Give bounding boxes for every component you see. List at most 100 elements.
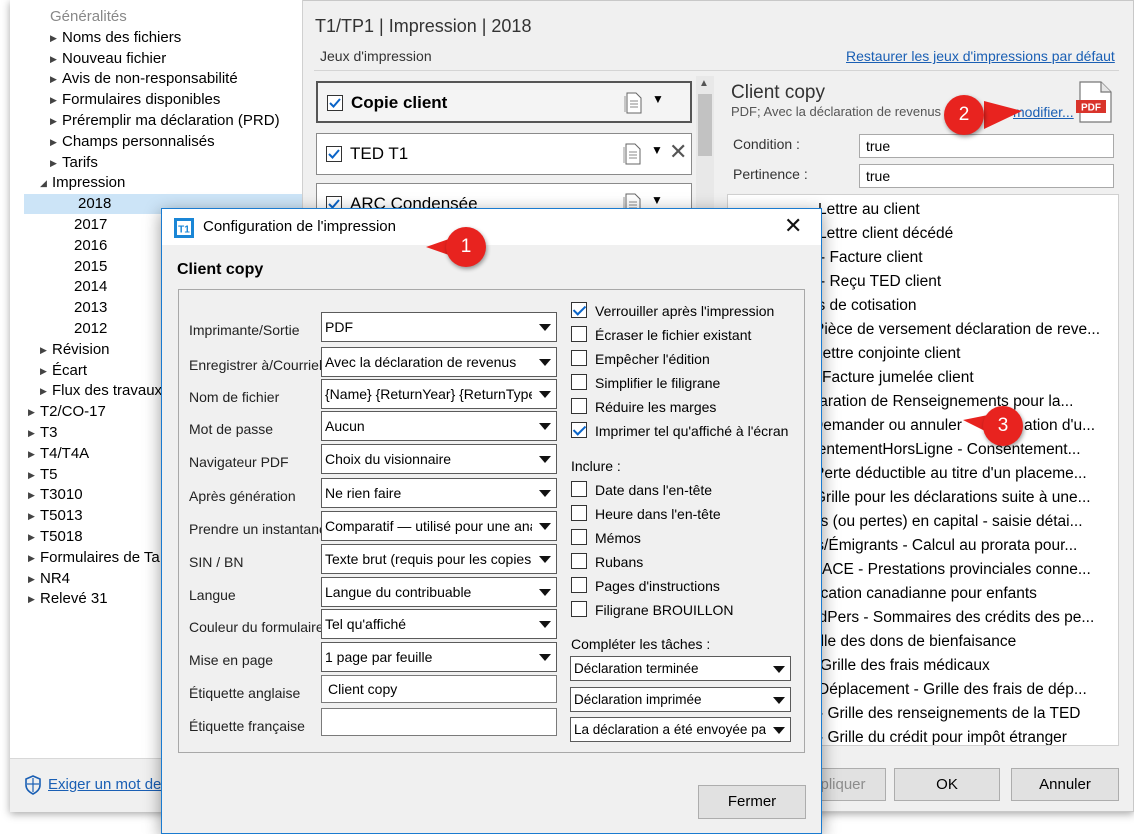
- tree-item[interactable]: 2012: [62, 319, 107, 339]
- option-checkbox[interactable]: Pages d'instructions: [571, 577, 720, 597]
- option-checkbox[interactable]: Filigrane BROUILLON: [571, 601, 734, 621]
- chevron-down-icon[interactable]: [773, 727, 785, 734]
- close-button[interactable]: Fermer: [698, 785, 806, 819]
- field-dropdown[interactable]: {Name} {ReturnYear} {ReturnType} {L: [321, 379, 557, 409]
- field-dropdown[interactable]: Langue du contribuable: [321, 577, 557, 607]
- task-dropdown[interactable]: Déclaration imprimée: [570, 687, 791, 712]
- field-dropdown[interactable]: Comparatif — utilisé pour une analys: [321, 511, 557, 541]
- chevron-down-icon[interactable]: [539, 324, 551, 331]
- chevron-down-icon[interactable]: [539, 456, 551, 463]
- expand-arrow-icon[interactable]: ▶: [28, 444, 40, 464]
- checkbox-icon[interactable]: [571, 374, 587, 390]
- tree-item[interactable]: 2013: [62, 298, 107, 318]
- option-checkbox[interactable]: Rubans: [571, 553, 643, 573]
- tree-item[interactable]: ▶ Champs personnalisés: [50, 132, 215, 152]
- chevron-down-icon[interactable]: [539, 423, 551, 430]
- task-dropdown[interactable]: Déclaration terminée: [570, 656, 791, 681]
- print-set-card[interactable]: Copie client ▼: [316, 81, 692, 123]
- tree-item[interactable]: ▶ T4/T4A: [28, 444, 89, 464]
- chevron-down-icon[interactable]: [539, 589, 551, 596]
- checkbox-icon[interactable]: [571, 326, 587, 342]
- tree-item[interactable]: ▶ Tarifs: [50, 153, 98, 173]
- expand-arrow-icon[interactable]: ▶: [50, 28, 62, 48]
- chevron-down-icon[interactable]: [539, 621, 551, 628]
- field-dropdown[interactable]: 1 page par feuille: [321, 642, 557, 672]
- checkbox-icon[interactable]: [571, 577, 587, 593]
- expand-arrow-icon[interactable]: ▶: [28, 527, 40, 547]
- tree-item[interactable]: ▶ Écart: [40, 361, 87, 381]
- condition-input[interactable]: true: [859, 134, 1114, 158]
- chevron-down-icon[interactable]: [539, 654, 551, 661]
- option-checkbox[interactable]: Heure dans l'en-tête: [571, 505, 721, 525]
- text-field[interactable]: [321, 708, 557, 736]
- tree-item[interactable]: ▶ T5013: [28, 506, 83, 526]
- tree-item[interactable]: ▶ Formulaires de Ta: [28, 548, 160, 568]
- checkbox-icon[interactable]: [571, 481, 587, 497]
- delete-icon[interactable]: ✕: [669, 139, 687, 165]
- checkbox-icon[interactable]: [571, 505, 587, 521]
- report-item[interactable]: édPers - Sommaires des crédits des pe...: [810, 606, 1118, 630]
- tree-item[interactable]: ▶ T5018: [28, 527, 83, 547]
- print-set-card[interactable]: TED T1 ▼ ✕: [316, 133, 692, 175]
- expand-arrow-icon[interactable]: ▶: [28, 465, 40, 485]
- report-item[interactable]: Facture jumelée client: [822, 366, 1118, 390]
- option-checkbox[interactable]: Date dans l'en-tête: [571, 481, 712, 501]
- expand-arrow-icon[interactable]: ▶: [50, 153, 62, 173]
- report-item[interactable]: Déplacement - Grille des frais de dép...: [818, 678, 1118, 702]
- report-item[interactable]: ACE - Prestations provinciales conne...: [822, 558, 1118, 582]
- document-icon[interactable]: [623, 143, 641, 165]
- tree-item[interactable]: ◢ Impression: [40, 173, 125, 193]
- expand-arrow-icon[interactable]: ▶: [40, 381, 52, 401]
- chevron-down-icon[interactable]: ▼: [651, 143, 663, 157]
- tree-item[interactable]: ▶ Flux des travaux: [40, 381, 162, 401]
- report-item[interactable]: Grille pour les déclarations suite à une…: [814, 486, 1118, 510]
- expand-arrow-icon[interactable]: ▶: [28, 548, 40, 568]
- tree-item[interactable]: ▶ Avis de non-responsabilité: [50, 69, 238, 89]
- checkbox-icon[interactable]: [571, 529, 587, 545]
- chevron-down-icon[interactable]: ▼: [652, 92, 664, 106]
- checkbox-icon[interactable]: [571, 553, 587, 569]
- tree-item[interactable]: 2017: [62, 215, 107, 235]
- scroll-up-icon[interactable]: ▲: [699, 78, 709, 89]
- chevron-down-icon[interactable]: [539, 359, 551, 366]
- option-checkbox[interactable]: Empêcher l'édition: [571, 350, 710, 370]
- tree-item[interactable]: 2015: [62, 257, 107, 277]
- expand-arrow-icon[interactable]: ▶: [28, 506, 40, 526]
- require-password-link[interactable]: Exiger un mot de: [48, 776, 161, 793]
- checkbox-checked-icon[interactable]: [326, 146, 342, 162]
- expand-arrow-icon[interactable]: ▶: [50, 69, 62, 89]
- checkbox-checked-icon[interactable]: [571, 422, 587, 438]
- report-item[interactable]: is de cotisation: [814, 294, 1118, 318]
- tree-item[interactable]: ▶ NR4: [28, 569, 70, 589]
- tree-item[interactable]: 2014: [62, 277, 107, 297]
- print-set-scrollbar[interactable]: ▲: [696, 76, 714, 216]
- report-item[interactable]: - Reçu TED client: [820, 270, 1118, 294]
- option-checkbox[interactable]: Réduire les marges: [571, 398, 716, 418]
- field-dropdown[interactable]: Ne rien faire: [321, 478, 557, 508]
- chevron-down-icon[interactable]: ▼: [651, 193, 663, 207]
- document-icon[interactable]: [624, 92, 642, 114]
- expand-arrow-icon[interactable]: ▶: [40, 340, 52, 360]
- relevance-input[interactable]: true: [859, 164, 1114, 188]
- close-icon[interactable]: ✕: [784, 213, 802, 239]
- chevron-down-icon[interactable]: [539, 523, 551, 530]
- report-item[interactable]: Lettre conjointe client: [814, 342, 1118, 366]
- report-item[interactable]: ns (ou pertes) en capital - saisie détai…: [812, 510, 1118, 534]
- checkbox-checked-icon[interactable]: [571, 302, 587, 318]
- chevron-down-icon[interactable]: [773, 697, 785, 704]
- report-item[interactable]: ts/Émigrants - Calcul au prorata pour...: [812, 534, 1118, 558]
- field-dropdown[interactable]: Avec la déclaration de revenus: [321, 347, 557, 377]
- ok-button[interactable]: OK: [894, 768, 1000, 801]
- option-checkbox[interactable]: Verrouiller après l'impression: [571, 302, 774, 322]
- chevron-down-icon[interactable]: [773, 666, 785, 673]
- report-item[interactable]: - Grille du crédit pour impôt étranger: [818, 726, 1118, 745]
- task-dropdown[interactable]: La déclaration a été envoyée par c: [570, 717, 791, 742]
- report-item[interactable]: ocation canadianne pour enfants: [812, 582, 1118, 606]
- tree-item[interactable]: ▶ Noms des fichiers: [50, 28, 181, 48]
- cancel-button[interactable]: Annuler: [1011, 768, 1119, 801]
- tree-item[interactable]: ▶ T2/CO-17: [28, 402, 106, 422]
- expand-arrow-icon[interactable]: ▶: [50, 132, 62, 152]
- report-item[interactable]: - Facture client: [820, 246, 1118, 270]
- tree-item[interactable]: ▶ Relevé 31: [28, 589, 108, 609]
- tree-item[interactable]: ▶ Formulaires disponibles: [50, 90, 220, 110]
